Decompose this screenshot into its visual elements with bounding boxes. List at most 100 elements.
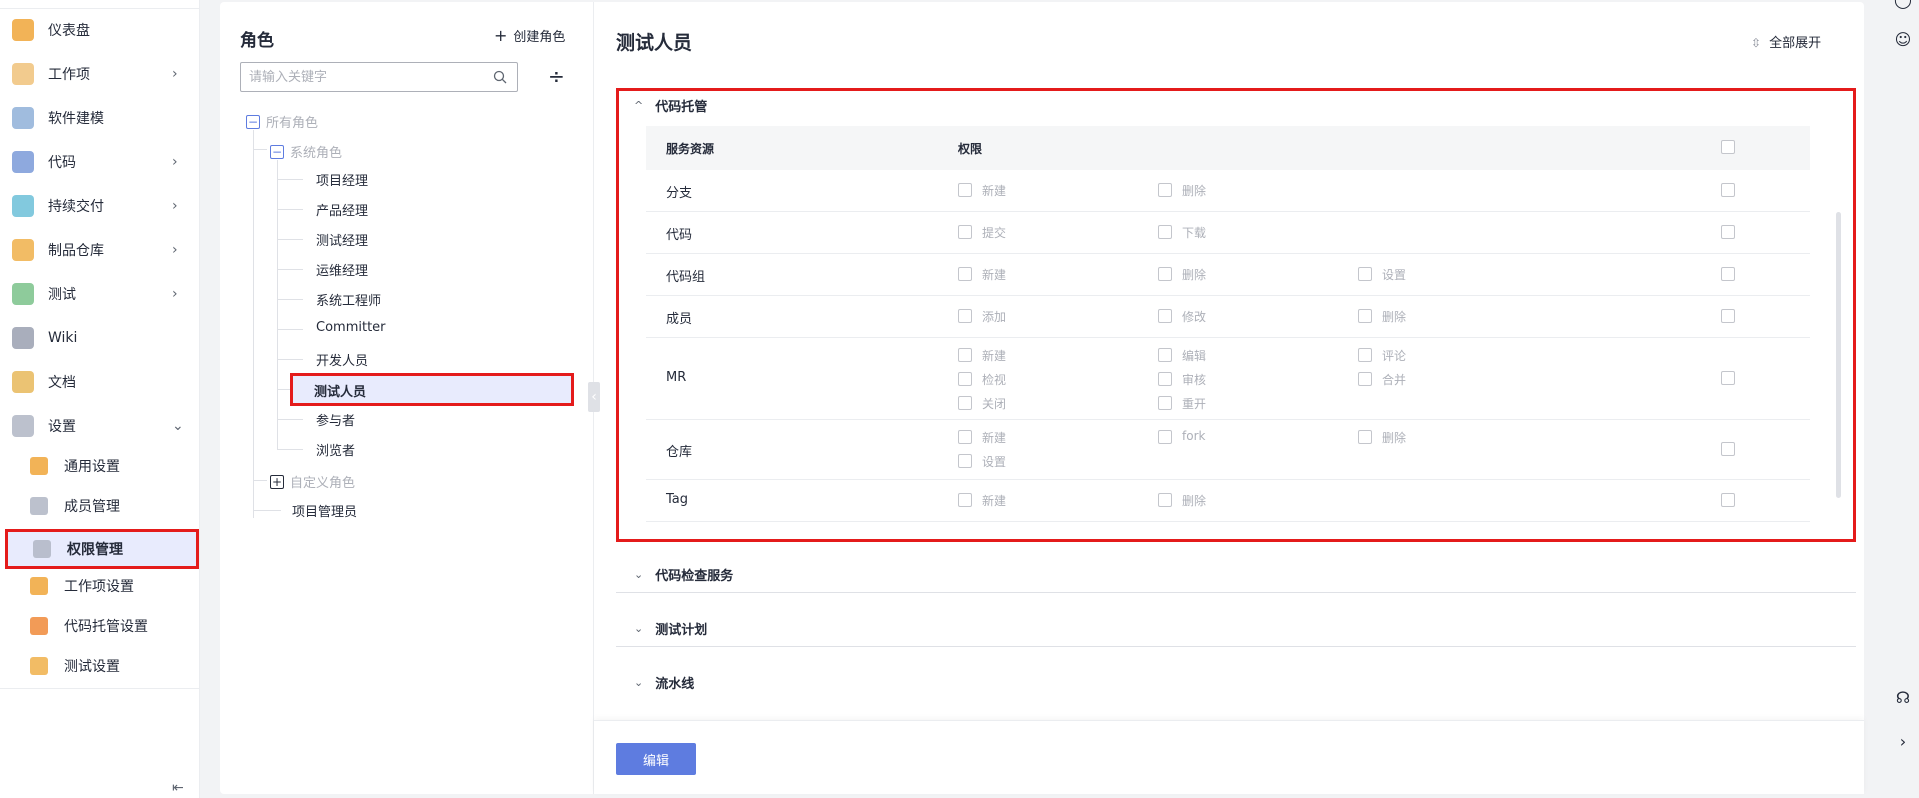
code-icon: [12, 151, 34, 173]
tree-custom-roles[interactable]: + 自定义角色: [270, 472, 355, 491]
permission-checkbox[interactable]: [1358, 430, 1372, 444]
tree-role-item[interactable]: 参与者: [316, 410, 355, 429]
nav-item[interactable]: 软件建模: [0, 98, 200, 138]
nav-item[interactable]: Wiki: [0, 318, 200, 358]
permission-checkbox[interactable]: [1158, 493, 1172, 507]
table-row: Tag 新建 删除: [646, 480, 1810, 522]
nav-item[interactable]: 仪表盘: [0, 10, 200, 50]
nav-item[interactable]: 持续交付 ›: [0, 186, 200, 226]
chevron-right-icon: ›: [172, 286, 178, 302]
collapse-sidebar-icon[interactable]: ⇤: [172, 780, 184, 796]
chevron-right-icon[interactable]: ›: [1893, 732, 1913, 752]
permission-checkbox[interactable]: [958, 267, 972, 281]
permission-checkbox[interactable]: [1158, 225, 1172, 239]
permission-checkbox[interactable]: [958, 396, 972, 410]
permission-checkbox[interactable]: [1358, 372, 1372, 386]
role-search-input[interactable]: [241, 63, 481, 91]
settings-icon: [12, 415, 34, 437]
expand-all-button[interactable]: ⇳ 全部展开: [1751, 32, 1821, 51]
header-permission: 权限: [958, 142, 983, 156]
permission-checkbox[interactable]: [958, 493, 972, 507]
tree-selected-label: 测试人员: [314, 385, 367, 400]
expand-all-label: 全部展开: [1769, 36, 1822, 51]
tree-role-item[interactable]: Committer: [316, 320, 386, 335]
permission-title: 测试人员: [616, 32, 693, 54]
tree-root[interactable]: − 所有角色: [246, 112, 318, 131]
tree-role-item[interactable]: 浏览者: [316, 440, 355, 459]
workitem-settings-icon: [30, 577, 48, 595]
permission-checkbox[interactable]: [958, 372, 972, 386]
collapse-all-icon[interactable]: ÷: [548, 64, 565, 88]
nav-item[interactable]: 制品仓库 ›: [0, 230, 200, 270]
permission-label: 添加: [982, 310, 1007, 324]
smiley-icon[interactable]: ☺: [1893, 30, 1913, 50]
permission-checkbox[interactable]: [958, 430, 972, 444]
chevron-down-icon: ⌄: [172, 418, 184, 434]
permission-checkbox[interactable]: [1158, 309, 1172, 323]
permission-label: 重开: [1182, 397, 1207, 411]
row-select-checkbox[interactable]: [1721, 183, 1735, 197]
tree-role-item[interactable]: 运维经理: [316, 260, 368, 279]
permission-checkbox[interactable]: [1158, 348, 1172, 362]
tree-role-item[interactable]: 项目经理: [316, 170, 368, 189]
create-role-button[interactable]: + 创建角色: [494, 26, 565, 45]
tree-role-item[interactable]: 测试经理: [316, 230, 368, 249]
permission-checkbox[interactable]: [1358, 309, 1372, 323]
section-header-pipeline[interactable]: ⌄ 流水线: [634, 673, 694, 692]
permission-checkbox[interactable]: [1158, 183, 1172, 197]
permission-label: 关闭: [982, 397, 1007, 411]
row-select-checkbox[interactable]: [1721, 309, 1735, 323]
scrollbar[interactable]: [1836, 212, 1841, 498]
section-header-code-check[interactable]: ⌄ 代码检查服务: [634, 565, 733, 584]
tree-project-admin[interactable]: 项目管理员: [292, 501, 357, 520]
nav-item[interactable]: 文档: [0, 362, 200, 402]
permission-checkbox[interactable]: [1358, 267, 1372, 281]
permission-checkbox[interactable]: [1158, 396, 1172, 410]
plus-square-icon[interactable]: +: [270, 474, 284, 489]
permission-checkbox[interactable]: [1158, 267, 1172, 281]
row-select-checkbox[interactable]: [1721, 493, 1735, 507]
row-select-checkbox[interactable]: [1721, 225, 1735, 239]
permission-checkbox[interactable]: [1158, 430, 1172, 444]
section-header-test-plan[interactable]: ⌄ 测试计划: [634, 619, 707, 638]
tree-role-item[interactable]: 产品经理: [316, 200, 368, 219]
resource-name: Tag: [666, 492, 689, 507]
table-row: 仓库 新建 fork 删除 设置: [646, 420, 1810, 480]
sub-nav-item[interactable]: 工作项设置: [0, 566, 200, 606]
section-header-code-hosting[interactable]: ^ 代码托管: [634, 96, 707, 115]
tree-selected-role[interactable]: 测试人员: [290, 373, 574, 406]
nav-item-label: 测试: [48, 287, 76, 303]
permission-checkbox[interactable]: [958, 183, 972, 197]
permission-checkbox[interactable]: [958, 454, 972, 468]
permission-checkbox[interactable]: [1358, 348, 1372, 362]
sub-nav-item[interactable]: 代码托管设置: [0, 606, 200, 646]
row-select-checkbox[interactable]: [1721, 267, 1735, 281]
doc-icon: [12, 371, 34, 393]
sub-nav-item-label: 成员管理: [64, 499, 120, 515]
headset-icon[interactable]: ☊: [1893, 688, 1913, 708]
tree-role-item[interactable]: 系统工程师: [316, 290, 381, 309]
nav-item[interactable]: 工作项 ›: [0, 54, 200, 94]
permission-checkbox[interactable]: [958, 348, 972, 362]
tree-role-item[interactable]: 开发人员: [316, 350, 368, 369]
nav-item[interactable]: 测试 ›: [0, 274, 200, 314]
sub-nav-item[interactable]: 通用设置: [0, 446, 200, 486]
nav-item[interactable]: 代码 ›: [0, 142, 200, 182]
tree-system-roles[interactable]: − 系统角色: [270, 142, 342, 161]
sub-nav-item[interactable]: 测试设置: [0, 646, 200, 686]
nav-item[interactable]: 设置 ⌄: [0, 406, 200, 446]
search-icon[interactable]: [493, 70, 507, 84]
permission-checkbox[interactable]: [1158, 372, 1172, 386]
select-all-checkbox[interactable]: [1721, 140, 1735, 154]
minus-icon[interactable]: −: [246, 114, 260, 129]
tree-line: [277, 160, 278, 450]
row-select-checkbox[interactable]: [1721, 442, 1735, 456]
minus-icon[interactable]: −: [270, 144, 284, 159]
permission-checkbox[interactable]: [958, 309, 972, 323]
sub-nav-item[interactable]: 成员管理: [0, 486, 200, 526]
sub-nav-item[interactable]: 权限管理: [5, 529, 199, 569]
edit-button[interactable]: 编辑: [616, 743, 696, 775]
row-select-checkbox[interactable]: [1721, 371, 1735, 385]
help-icon[interactable]: ◯: [1893, 0, 1913, 10]
permission-checkbox[interactable]: [958, 225, 972, 239]
